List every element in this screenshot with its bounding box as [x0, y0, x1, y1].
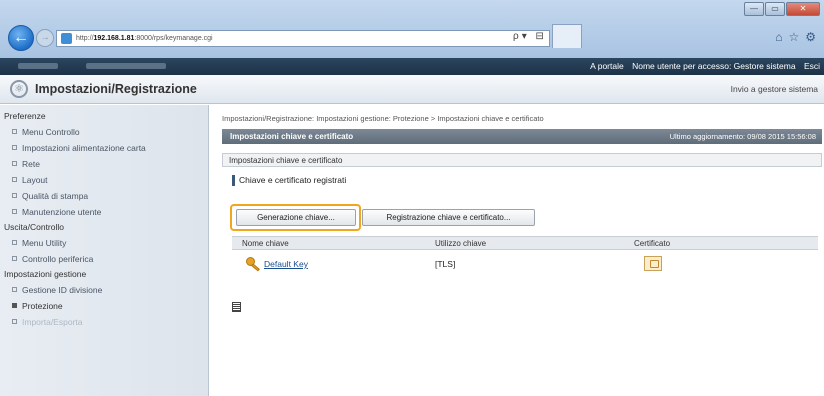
- page-title: Impostazioni chiave e certificato: [230, 132, 354, 141]
- last-update: Ultimo aggiornamento: 09/08 2015 15:56:0…: [669, 132, 816, 141]
- sidebar-item-layout[interactable]: Layout: [0, 172, 208, 188]
- table-header: Nome chiave Utilizzo chiave Certificato: [232, 236, 818, 250]
- bullet-icon: [12, 287, 17, 292]
- sidebar-item-print-quality[interactable]: Qualità di stampa: [0, 188, 208, 204]
- close-button[interactable]: ✕: [786, 2, 820, 16]
- key-name-link[interactable]: Default Key: [264, 259, 308, 269]
- bullet-icon: [12, 177, 17, 182]
- portal-link[interactable]: A portale: [590, 61, 624, 71]
- bullet-icon: [12, 319, 17, 324]
- register-key-button[interactable]: Registrazione chiave e certificato...: [362, 209, 535, 226]
- page-header-bar: ⚛ Impostazioni/Registrazione Invio a ges…: [0, 75, 824, 104]
- sidebar-item-user-maintenance[interactable]: Manutenzione utente: [0, 204, 208, 220]
- sidebar: Preferenze Menu Controllo Impostazioni a…: [0, 105, 209, 396]
- home-icon[interactable]: ⌂: [775, 30, 782, 44]
- sidebar-item-utility-menu[interactable]: Menu Utility: [0, 235, 208, 251]
- minimize-button[interactable]: —: [744, 2, 764, 16]
- key-usage: [TLS]: [435, 259, 456, 269]
- column-header-key-usage: Utilizzo chiave: [435, 239, 487, 248]
- column-header-certificate: Certificato: [634, 239, 671, 248]
- send-to-admin-link[interactable]: Invio a gestore sistema: [731, 84, 818, 94]
- top-links: A portale Nome utente per accesso: Gesto…: [584, 61, 820, 71]
- breadcrumb: Impostazioni/Registrazione: Impostazioni…: [222, 114, 544, 123]
- section-bar: Impostazioni chiave e certificato: [222, 153, 822, 167]
- site-favicon-icon: [61, 33, 72, 44]
- browser-toolbar-icons: ⌂ ☆ ⚙: [769, 30, 816, 44]
- browser-tab[interactable]: [552, 24, 582, 48]
- page-list-icon[interactable]: [232, 302, 241, 312]
- bullet-icon: [12, 161, 17, 166]
- sidebar-item-security[interactable]: Protezione: [0, 298, 208, 314]
- logout-link[interactable]: Esci: [804, 61, 820, 71]
- url-text: http://192.168.1.81:8000/rps/keymanage.c…: [76, 35, 213, 42]
- section-title: Impostazioni chiave e certificato: [229, 156, 343, 165]
- maximize-button[interactable]: ▭: [765, 2, 785, 16]
- sidebar-item-department-id[interactable]: Gestione ID divisione: [0, 282, 208, 298]
- settings-logo-icon: ⚛: [10, 80, 28, 98]
- bullet-icon: [12, 145, 17, 150]
- registered-keys-heading: Chiave e certificato registrati: [232, 175, 346, 186]
- blurred-device-name: [18, 63, 58, 69]
- app-title: Impostazioni/Registrazione: [35, 82, 197, 96]
- bullet-icon: [12, 209, 17, 214]
- forward-arrow-icon[interactable]: →: [36, 29, 54, 47]
- key-icon: [246, 257, 260, 272]
- bullet-icon: [12, 303, 17, 308]
- table-row: Default Key [TLS]: [232, 254, 818, 276]
- bullet-icon: [12, 240, 17, 245]
- blurred-device-info: [86, 63, 166, 69]
- generate-key-button[interactable]: Generazione chiave...: [236, 209, 356, 226]
- column-header-key-name: Nome chiave: [242, 239, 289, 248]
- certificate-icon[interactable]: [644, 256, 662, 271]
- top-bar: A portale Nome utente per accesso: Gesto…: [0, 58, 824, 75]
- sidebar-item-paper-feed[interactable]: Impostazioni alimentazione carta: [0, 140, 208, 156]
- sidebar-item-menu-controllo[interactable]: Menu Controllo: [0, 124, 208, 140]
- page-title-bar: Impostazioni chiave e certificato Ultimo…: [222, 129, 822, 144]
- address-bar[interactable]: http://192.168.1.81:8000/rps/keymanage.c…: [56, 30, 550, 47]
- bullet-icon: [12, 129, 17, 134]
- bullet-icon: [12, 193, 17, 198]
- gear-icon[interactable]: ⚙: [805, 30, 816, 44]
- sidebar-item-device-control[interactable]: Controllo periferica: [0, 251, 208, 267]
- window-controls: — ▭ ✕: [743, 2, 820, 16]
- sidebar-section-output-control[interactable]: Uscita/Controllo: [0, 220, 208, 235]
- sidebar-item-network[interactable]: Rete: [0, 156, 208, 172]
- browser-chrome: — ▭ ✕ ← → http://192.168.1.81:8000/rps/k…: [0, 0, 824, 58]
- back-arrow-icon[interactable]: ←: [8, 25, 34, 51]
- sidebar-section-management[interactable]: Impostazioni gestione: [0, 267, 208, 282]
- sidebar-item-import-export[interactable]: Importa/Esporta: [0, 314, 208, 330]
- user-label: Nome utente per accesso: Gestore sistema: [632, 61, 796, 71]
- bullet-icon: [12, 256, 17, 261]
- sidebar-section-preferences[interactable]: Preferenze: [0, 109, 208, 124]
- star-icon[interactable]: ☆: [788, 30, 799, 44]
